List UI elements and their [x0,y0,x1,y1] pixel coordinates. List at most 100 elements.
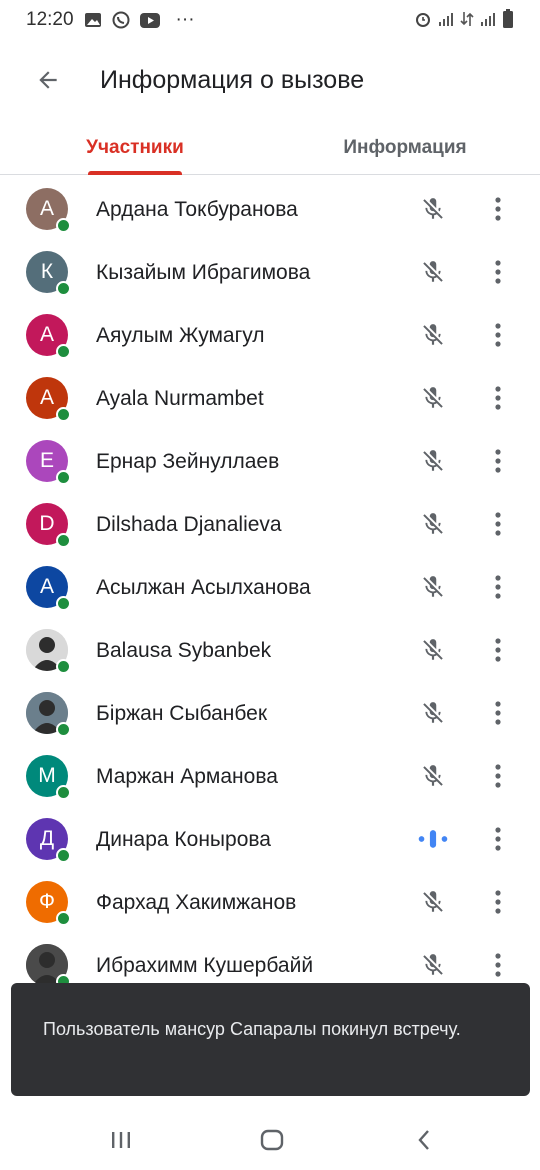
more-options-button[interactable] [484,572,512,602]
participant-name: Фархад Хакимжанов [96,890,297,914]
home-icon [260,1129,284,1151]
mic-off-icon [418,194,448,224]
more-vert-icon [494,700,502,726]
participant-avatar: A [26,377,71,422]
participant-avatar: Ф [26,881,71,926]
participant-list: А Ардана Токбуранова К Кызайым Ибрагимова А А… [0,178,540,1060]
participant-row[interactable]: А Асылжан Асылханова [0,556,540,619]
mic-off-icon [418,446,448,476]
participant-name: Асылжан Асылханова [96,575,311,599]
participant-name: Динара Конырова [96,827,271,851]
online-status-dot [56,785,71,800]
page-title: Информация о вызове [100,65,365,94]
participant-row[interactable]: Біржан Сыбанбек [0,682,540,745]
data-transfer-icon [460,10,474,28]
snackbar-text: Пользователь мансур Сапаралы покинул вст… [43,1019,461,1039]
participant-row[interactable]: Ф Фархад Хакимжанов [0,871,540,934]
more-vert-icon [494,826,502,852]
more-options-button[interactable] [484,887,512,917]
participant-row[interactable]: A Ayala Nurmambet [0,367,540,430]
online-status-dot [56,596,71,611]
participant-name: Ернар Зейнуллаев [96,449,280,473]
online-status-dot [56,722,71,737]
online-status-dot [56,533,71,548]
speaking-indicator-icon [418,824,448,854]
more-vert-icon [494,385,502,411]
more-vert-icon [494,511,502,537]
more-vert-icon [494,952,502,978]
participant-name: Dilshada Djanalieva [96,512,282,536]
recent-apps-button[interactable] [99,1122,143,1158]
more-vert-icon [494,889,502,915]
participant-avatar: А [26,188,71,233]
tab-participants[interactable]: Участники [70,120,200,175]
more-options-button[interactable] [484,194,512,224]
gallery-icon [84,12,102,28]
mic-off-icon [418,761,448,791]
participant-name: Ардана Токбуранова [96,197,298,221]
participant-avatar: А [26,566,71,611]
more-options-button[interactable] [484,509,512,539]
whatsapp-icon [112,11,130,29]
snackbar: Пользователь мансур Сапаралы покинул вст… [11,983,530,1096]
participant-name: Ибрахимм Кушербайй [96,953,314,977]
participant-row[interactable]: Е Ернар Зейнуллаев [0,430,540,493]
participant-avatar: К [26,251,71,296]
participant-row[interactable]: М Маржан Арманова [0,745,540,808]
mic-off-icon [418,950,448,980]
participant-avatar: А [26,314,71,359]
more-vert-icon [494,322,502,348]
participant-name: Balausa Sybanbek [96,638,272,662]
arrow-back-icon [39,71,57,89]
participant-row[interactable]: Balausa Sybanbek [0,619,540,682]
more-options-button[interactable] [484,320,512,350]
back-nav-button[interactable] [402,1122,446,1158]
participant-row[interactable]: А Аяулым Жумагул [0,304,540,367]
more-vert-icon [494,763,502,789]
participant-avatar: Д [26,818,71,863]
participant-name: Аяулым Жумагул [96,323,265,347]
more-vert-icon [494,637,502,663]
mic-off-icon [418,257,448,287]
participant-avatar [26,629,71,674]
more-vert-icon [494,574,502,600]
signal-icon-1 [438,11,454,27]
recent-apps-icon [112,1132,130,1148]
chevron-left-icon [418,1130,429,1150]
call-info-screen: 12:20 ··· Информация о вызове Участники … [0,0,540,1170]
status-time: 12:20 [26,9,74,30]
more-options-button[interactable] [484,950,512,980]
tab-info[interactable]: Информация [320,120,490,175]
mic-off-icon [418,383,448,413]
online-status-dot [56,281,71,296]
more-options-button[interactable] [484,824,512,854]
online-status-dot [56,470,71,485]
app-bar: Информация о вызове [0,40,540,120]
participant-name: Ayala Nurmambet [96,386,264,410]
participant-row[interactable]: D Dilshada Djanalieva [0,493,540,556]
participant-name: Біржан Сыбанбек [96,701,268,725]
status-bar: 12:20 ··· [0,0,540,40]
participant-avatar [26,692,71,737]
participant-row[interactable]: К Кызайым Ибрагимова [0,241,540,304]
system-nav-bar [0,1108,540,1170]
signal-icon-2 [480,11,496,27]
more-options-button[interactable] [484,383,512,413]
status-more-notifications: ··· [175,9,195,30]
more-options-button[interactable] [484,761,512,791]
more-options-button[interactable] [484,698,512,728]
participant-row[interactable]: А Ардана Токбуранова [0,178,540,241]
mic-off-icon [418,320,448,350]
back-button[interactable] [24,56,72,104]
more-options-button[interactable] [484,635,512,665]
more-options-button[interactable] [484,446,512,476]
participant-avatar: D [26,503,71,548]
more-vert-icon [494,448,502,474]
home-button[interactable] [250,1122,294,1158]
mic-off-icon [418,509,448,539]
participant-avatar [26,944,71,989]
participant-row[interactable]: Д Динара Конырова [0,808,540,871]
online-status-dot [56,407,71,422]
online-status-dot [56,848,71,863]
more-options-button[interactable] [484,257,512,287]
